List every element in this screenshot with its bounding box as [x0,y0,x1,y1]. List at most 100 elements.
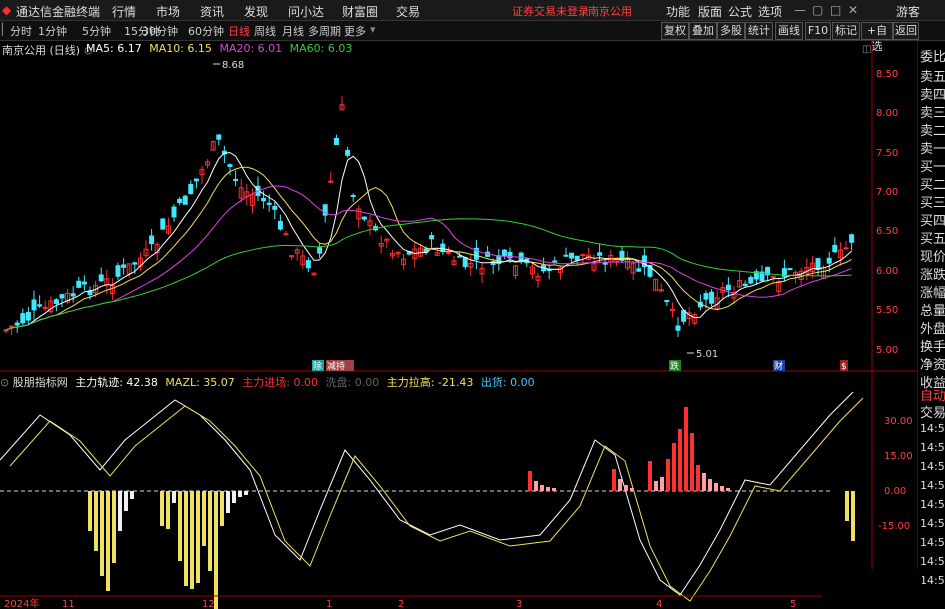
period-tab-1min[interactable]: 1分钟 [38,23,67,39]
panel-label[interactable]: 总量 [920,300,945,319]
candle-body [703,293,709,300]
entry-bar [654,481,658,491]
candle-body [675,325,681,331]
ma10-line [5,166,852,331]
indicator-name[interactable]: 股朋指标网 [13,376,68,389]
restore-icon[interactable]: ▢ [812,3,823,17]
panel-label[interactable]: 外盘 [920,318,945,337]
time-label: 12 [202,599,215,609]
panel-label[interactable]: 买三 [920,192,945,211]
panel-label[interactable]: 买一 [920,156,945,175]
menu-item-formula[interactable]: 公式 [728,3,752,20]
panel-label[interactable]: 换手 [920,336,945,355]
menu-item-quotes[interactable]: 行情 [112,3,136,20]
time-label: 4 [656,599,662,609]
user-label[interactable]: 游客 [896,3,920,20]
candle-body [266,202,272,205]
statistics-button[interactable]: 统计 [745,22,773,40]
menu-item-news[interactable]: 资讯 [200,3,224,20]
menu-item-wealth[interactable]: 财富圈 [342,3,378,20]
candle-body [843,247,849,250]
panel-label[interactable]: 涨幅 [920,282,945,301]
time-label: 2 [398,599,404,609]
ma20-line [5,185,852,331]
menu-item-market[interactable]: 市场 [156,3,180,20]
panel-label[interactable]: 买五 [920,228,945,247]
period-tab-multi[interactable]: 多周期 [308,23,341,39]
candle-body [59,294,65,299]
price-chart[interactable] [3,96,855,337]
menu-item-trade[interactable]: 交易 [396,3,420,20]
event-mark-label: $ [841,362,847,372]
indicator-value: 洗盘: 0.00 [325,376,380,389]
panel-label[interactable]: 买四 [920,210,945,229]
panel-label[interactable]: 卖二 [920,120,945,139]
chart-options-icon[interactable]: ◫ [862,44,871,55]
draw-line-button[interactable]: 画线 [775,22,803,40]
period-tab-60min[interactable]: 60分钟 [188,23,224,39]
pull-bar [160,491,164,526]
chevron-down-icon[interactable]: ▾ [370,23,376,36]
menu-item-options[interactable]: 选项 [758,3,782,20]
period-tab-5min[interactable]: 5分钟 [82,23,111,39]
add-favorite-button[interactable]: +自选 [861,22,893,53]
minimize-icon[interactable]: — [794,3,806,17]
restore-rights-button[interactable]: 复权 [661,22,689,40]
event-mark-label: 财 [774,360,783,372]
indicator-gear-icon[interactable]: ⊙ [0,376,9,389]
mark-button[interactable]: 标记 [832,22,860,40]
panel-label[interactable]: 卖五 [920,66,945,85]
indicator-chart[interactable] [0,391,864,609]
stock-link[interactable]: 南京公用 [588,3,632,19]
panel-label[interactable]: 委比 [920,46,945,65]
back-button[interactable]: 返回 [893,22,919,40]
panel-label[interactable]: 买二 [920,174,945,193]
period-tab-30min[interactable]: 30分钟 [142,23,178,39]
auto-trade-label[interactable]: 交易 [920,402,945,421]
indicator-tick: 15.00 [884,451,913,462]
period-tab-daily[interactable]: 日线 [228,23,250,39]
overlay-button[interactable]: 叠加 [689,22,717,40]
chart-area[interactable]: 8.50 8.00 7.50 7.00 6.50 6.00 5.50 5.00 … [0,40,917,609]
menu-item-layout[interactable]: 版面 [698,3,722,20]
maximize-icon[interactable]: □ [830,3,841,17]
price-tick: 5.00 [876,345,898,356]
panel-label[interactable]: 卖一 [920,138,945,157]
price-tick: 8.50 [876,69,898,80]
period-tab-weekly[interactable]: 周线 [254,23,276,39]
candle-body [216,134,222,140]
pull-bar [244,491,248,495]
panel-label[interactable]: 涨跌 [920,264,945,283]
candle-body [832,244,838,253]
menu-item-assistant[interactable]: 问小达 [288,3,324,20]
high-price-label: 8.68 [222,60,244,71]
panel-label[interactable]: 卖三 [920,102,945,121]
entry-bar [696,465,700,491]
entry-bar [690,433,694,491]
entry-bar [708,479,712,491]
login-notice[interactable]: 证券交易未登录 [512,3,589,19]
period-tab-more[interactable]: 更多 [344,23,366,39]
candle-body [770,275,776,278]
pull-bar [112,491,116,563]
close-icon[interactable]: ✕ [848,3,858,17]
menu-item-discover[interactable]: 发现 [244,3,268,20]
panel-label[interactable]: 现价 [920,246,945,265]
menu-item-functions[interactable]: 功能 [666,3,690,20]
indicator-tick: -15.00 [878,521,910,532]
period-tab-intraday[interactable]: 分时 [10,23,32,39]
pull-bar [232,491,236,503]
entry-bar [720,486,724,491]
f10-button[interactable]: F10 [805,22,831,40]
multi-stock-button[interactable]: 多股 [717,22,745,40]
panel-label[interactable]: 卖四 [920,84,945,103]
trade-time: 14:56 [920,441,945,454]
candle-body [429,235,435,240]
candle-body [574,255,580,261]
panel-label[interactable]: 净资 [920,354,945,373]
entry-bar [678,429,682,491]
pull-bar [238,491,242,497]
candle-body [188,183,194,195]
period-tab-monthly[interactable]: 月线 [282,23,304,39]
candle-body [501,249,507,257]
